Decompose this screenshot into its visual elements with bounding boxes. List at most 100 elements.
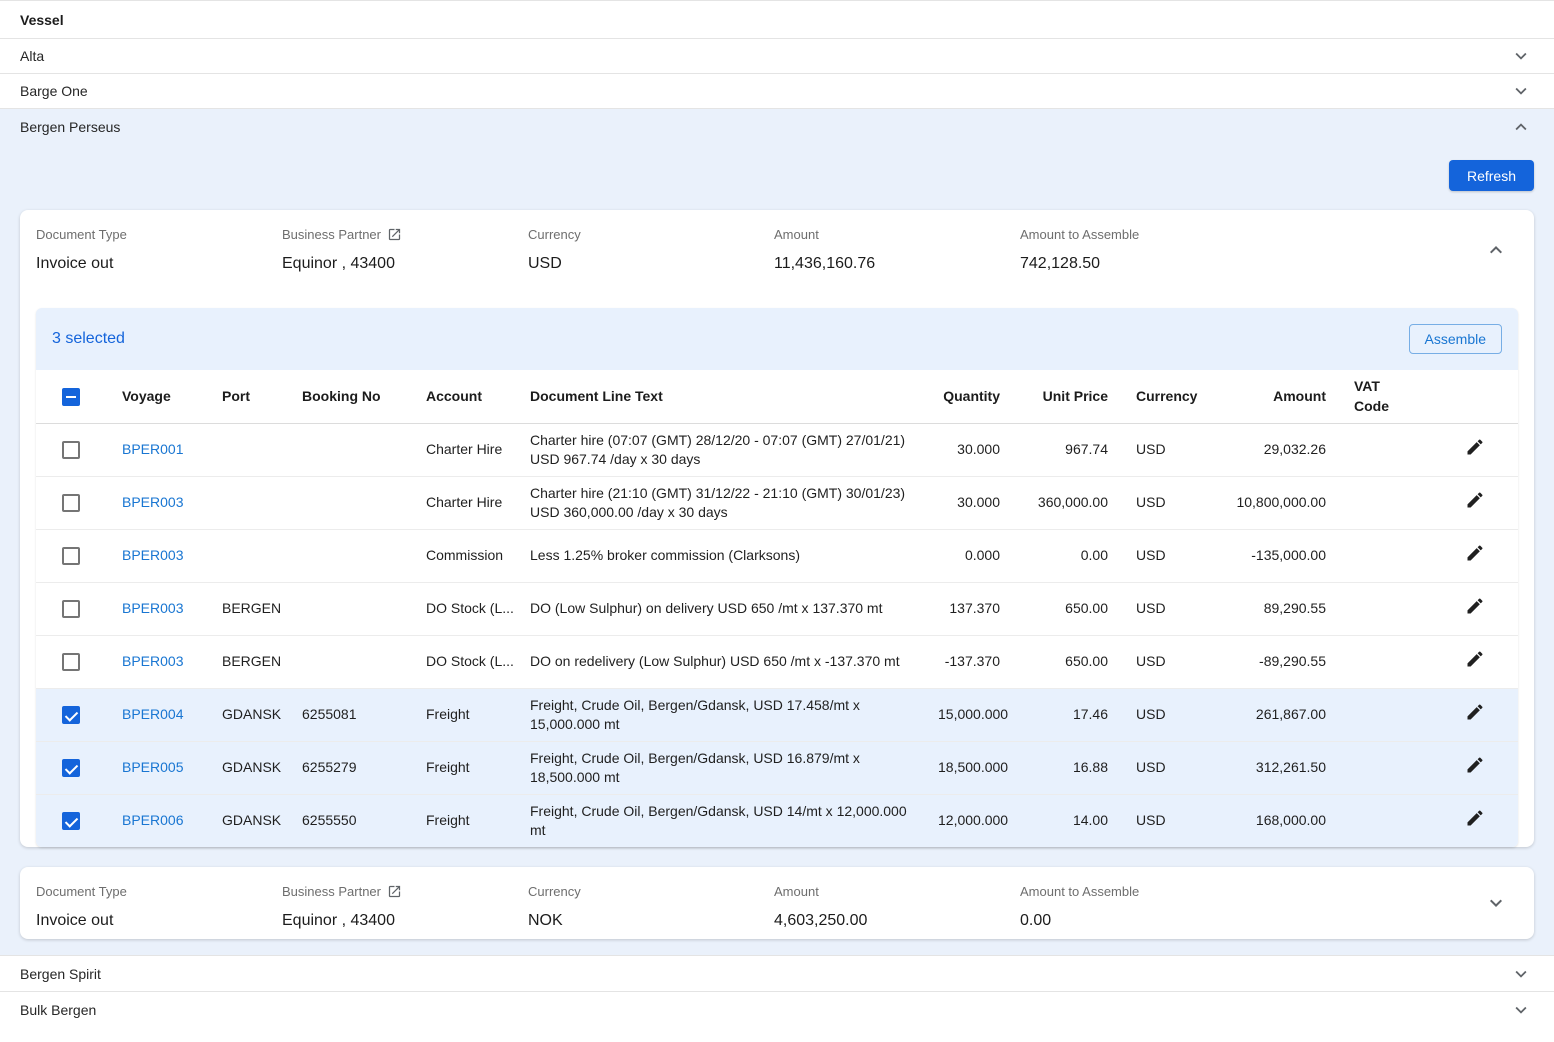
amount-to-assemble-value: 0.00	[1020, 912, 1478, 930]
document-line-text-cell: Freight, Crude Oil, Bergen/Gdansk, USD 1…	[516, 688, 924, 741]
currency-cell: USD	[1122, 529, 1222, 582]
vessel-row-bulk-bergen[interactable]: Bulk Bergen	[0, 992, 1554, 1028]
account-cell: Freight	[412, 688, 516, 741]
quantity-cell: 12,000.000	[924, 794, 1014, 847]
booking-no-cell	[288, 582, 412, 635]
business-partner-label-text: Business Partner	[282, 227, 381, 242]
refresh-row: Refresh	[0, 144, 1554, 191]
amount-field: Amount 4,603,250.00	[774, 884, 1020, 939]
port-cell: BERGEN	[208, 582, 288, 635]
table-row: BPER003 BERGEN DO Stock (L... DO (Low Su…	[36, 582, 1518, 635]
table-header-row: Voyage Port Booking No Account Document …	[36, 370, 1518, 423]
external-link-icon[interactable]	[387, 884, 402, 899]
currency-label: Currency	[528, 227, 774, 242]
row-checkbox[interactable]	[62, 653, 80, 671]
unit-price-cell: 650.00	[1014, 582, 1122, 635]
column-header-booking-no: Booking No	[288, 370, 412, 423]
port-cell: BERGEN	[208, 635, 288, 688]
column-header-amount: Amount	[1222, 370, 1340, 423]
voyage-link[interactable]: BPER003	[122, 494, 183, 510]
table-row: BPER004 GDANSK 6255081 Freight Freight, …	[36, 688, 1518, 741]
invoice-summary: Document Type Invoice out Business Partn…	[20, 867, 1534, 939]
chevron-down-icon[interactable]	[1510, 963, 1532, 985]
select-all-checkbox[interactable]	[62, 388, 80, 406]
vessel-row-bergen-spirit[interactable]: Bergen Spirit	[0, 956, 1554, 992]
document-type-value: Invoice out	[36, 912, 282, 930]
document-type-label: Document Type	[36, 227, 282, 242]
booking-no-cell	[288, 529, 412, 582]
amount-to-assemble-field: Amount to Assemble 0.00	[1020, 884, 1478, 939]
chevron-down-icon[interactable]	[1510, 45, 1532, 67]
document-type-value: Invoice out	[36, 255, 282, 273]
chevron-down-icon[interactable]	[1510, 999, 1532, 1021]
vessel-name: Bulk Bergen	[20, 1002, 96, 1018]
voyage-link[interactable]: BPER004	[122, 706, 183, 722]
assemble-button[interactable]: Assemble	[1409, 324, 1502, 354]
voyage-link[interactable]: BPER003	[122, 600, 183, 616]
refresh-button[interactable]: Refresh	[1449, 160, 1534, 191]
document-line-text-cell: Charter hire (07:07 (GMT) 28/12/20 - 07:…	[516, 423, 924, 476]
vat-code-cell	[1340, 688, 1432, 741]
vessel-row-barge-one[interactable]: Barge One	[0, 74, 1554, 109]
vessel-row-alta[interactable]: Alta	[0, 39, 1554, 74]
currency-field: Currency NOK	[528, 884, 774, 939]
unit-price-cell: 967.74	[1014, 423, 1122, 476]
row-checkbox[interactable]	[62, 600, 80, 618]
vat-code-cell	[1340, 476, 1432, 529]
edit-icon[interactable]	[1465, 490, 1485, 510]
port-cell: GDANSK	[208, 688, 288, 741]
edit-icon[interactable]	[1465, 649, 1485, 669]
edit-icon[interactable]	[1465, 596, 1485, 616]
document-line-text-cell: Freight, Crude Oil, Bergen/Gdansk, USD 1…	[516, 741, 924, 794]
row-checkbox[interactable]	[62, 494, 80, 512]
edit-icon[interactable]	[1465, 543, 1485, 563]
document-type-field: Document Type Invoice out	[36, 884, 282, 939]
voyage-link[interactable]: BPER003	[122, 653, 183, 669]
business-partner-value: Equinor , 43400	[282, 255, 528, 273]
port-cell	[208, 476, 288, 529]
amount-cell: -135,000.00	[1222, 529, 1340, 582]
invoice-lines-table: Voyage Port Booking No Account Document …	[36, 370, 1518, 847]
currency-value: USD	[528, 255, 774, 273]
edit-icon[interactable]	[1465, 702, 1485, 722]
edit-icon[interactable]	[1465, 755, 1485, 775]
row-checkbox[interactable]	[62, 759, 80, 777]
vessel-name: Barge One	[20, 83, 88, 99]
column-header-voyage: Voyage	[108, 370, 208, 423]
voyage-link[interactable]: BPER005	[122, 759, 183, 775]
vat-code-cell	[1340, 794, 1432, 847]
port-cell: GDANSK	[208, 794, 288, 847]
edit-icon[interactable]	[1465, 437, 1485, 457]
amount-to-assemble-label: Amount to Assemble	[1020, 884, 1478, 899]
column-header-document-line-text: Document Line Text	[516, 370, 924, 423]
unit-price-cell: 17.46	[1014, 688, 1122, 741]
row-checkbox[interactable]	[62, 812, 80, 830]
voyage-link[interactable]: BPER006	[122, 812, 183, 828]
business-partner-label-text: Business Partner	[282, 884, 381, 899]
selected-count: 3 selected	[52, 330, 125, 348]
quantity-cell: 30.000	[924, 476, 1014, 529]
expand-chevron-down-icon[interactable]	[1484, 891, 1508, 915]
vessel-accordion: Vessel Alta Barge One Bergen Perseus Ref…	[0, 0, 1554, 1028]
account-cell: Freight	[412, 741, 516, 794]
chevron-up-icon[interactable]	[1510, 116, 1532, 138]
edit-icon[interactable]	[1465, 808, 1485, 828]
booking-no-cell: 6255550	[288, 794, 412, 847]
collapse-chevron-up-icon[interactable]	[1484, 238, 1508, 262]
account-cell: Charter Hire	[412, 423, 516, 476]
external-link-icon[interactable]	[387, 227, 402, 242]
account-cell: DO Stock (L...	[412, 635, 516, 688]
booking-no-cell: 6255081	[288, 688, 412, 741]
vessel-row-bergen-perseus[interactable]: Bergen Perseus	[0, 109, 1554, 144]
voyage-link[interactable]: BPER001	[122, 441, 183, 457]
row-checkbox[interactable]	[62, 441, 80, 459]
account-cell: Freight	[412, 794, 516, 847]
vat-code-cell	[1340, 635, 1432, 688]
column-header-quantity: Quantity	[924, 370, 1014, 423]
business-partner-value: Equinor , 43400	[282, 912, 528, 930]
voyage-link[interactable]: BPER003	[122, 547, 183, 563]
currency-label: Currency	[528, 884, 774, 899]
row-checkbox[interactable]	[62, 547, 80, 565]
chevron-down-icon[interactable]	[1510, 80, 1532, 102]
row-checkbox[interactable]	[62, 706, 80, 724]
